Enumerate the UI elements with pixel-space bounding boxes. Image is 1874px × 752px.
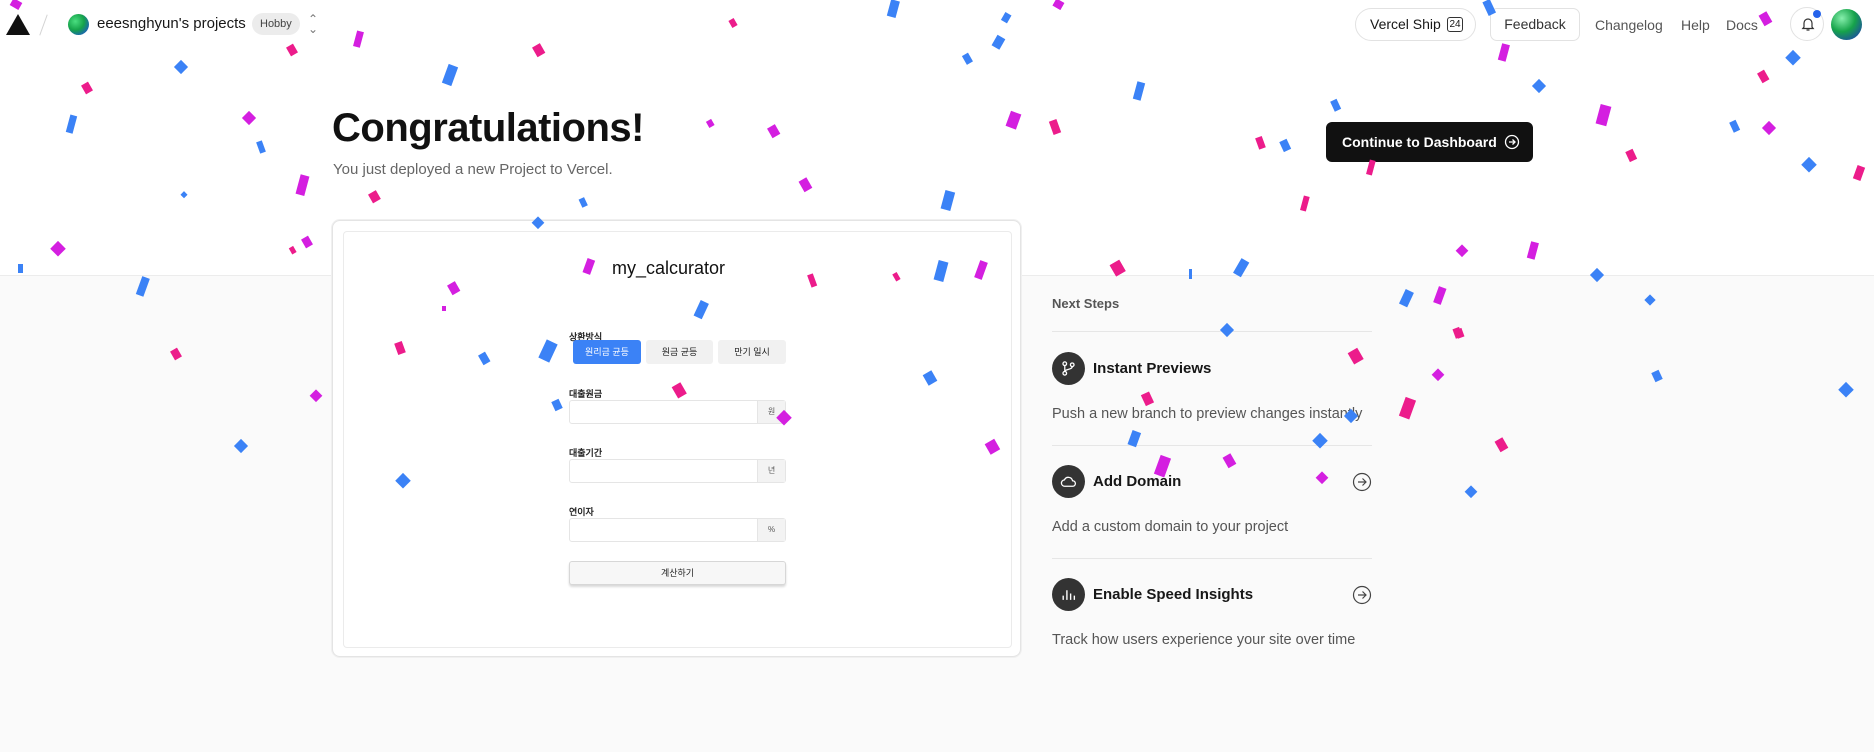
- principal-unit: 원: [757, 401, 785, 423]
- deployment-preview-card[interactable]: my_calcurator 상환방식 원리금 균등 원금 균등 만기 일시 대출…: [332, 220, 1021, 657]
- git-branch-icon: [1052, 352, 1085, 385]
- chevron-up-down-icon[interactable]: ⌃ ⌄: [308, 13, 318, 35]
- cloud-icon: [1052, 465, 1085, 498]
- repayment-option-3: 만기 일시: [718, 340, 786, 364]
- notifications-button[interactable]: [1790, 7, 1824, 41]
- add-domain-description: Add a custom domain to your project: [1052, 519, 1289, 535]
- breadcrumb-separator: [39, 14, 48, 36]
- vercel-logo-icon[interactable]: [6, 14, 30, 35]
- speed-insights-description: Track how users experience your site ove…: [1052, 632, 1356, 648]
- user-avatar[interactable]: [1831, 9, 1862, 40]
- arrow-circle-right-icon[interactable]: [1352, 472, 1372, 492]
- arrow-circle-right-icon[interactable]: [1352, 585, 1372, 605]
- add-domain-title[interactable]: Add Domain: [1093, 473, 1181, 490]
- notification-dot: [1813, 10, 1821, 18]
- instant-previews-title[interactable]: Instant Previews: [1093, 360, 1211, 377]
- speed-insights-title[interactable]: Enable Speed Insights: [1093, 586, 1253, 603]
- page-title: Congratulations!: [332, 106, 644, 150]
- vercel-ship-label: Vercel Ship: [1370, 16, 1441, 32]
- divider: [1052, 445, 1372, 446]
- calculate-button: 계산하기: [569, 561, 786, 585]
- feedback-button[interactable]: Feedback: [1490, 8, 1580, 41]
- changelog-link[interactable]: Changelog: [1595, 17, 1663, 33]
- vercel-ship-button[interactable]: Vercel Ship 24: [1355, 8, 1476, 41]
- divider: [1052, 558, 1372, 559]
- instant-previews-description: Push a new branch to preview changes ins…: [1052, 406, 1363, 422]
- divider: [1052, 331, 1372, 332]
- deployment-screenshot: my_calcurator 상환방식 원리금 균등 원금 균등 만기 일시 대출…: [343, 231, 1012, 648]
- repayment-option-1: 원리금 균등: [573, 340, 641, 364]
- principal-label: 대출원금: [569, 389, 603, 399]
- period-input: 년: [569, 459, 786, 483]
- rate-unit: %: [757, 519, 785, 541]
- continue-to-dashboard-button[interactable]: Continue to Dashboard: [1326, 122, 1533, 162]
- team-name[interactable]: eeesnghyun's projects: [97, 15, 246, 32]
- help-link[interactable]: Help: [1681, 17, 1710, 33]
- continue-to-dashboard-label: Continue to Dashboard: [1342, 134, 1497, 150]
- rate-label: 연이자: [569, 507, 594, 517]
- period-label: 대출기간: [569, 448, 603, 458]
- plan-badge: Hobby: [252, 13, 300, 35]
- next-steps-heading: Next Steps: [1052, 296, 1120, 311]
- docs-link[interactable]: Docs: [1726, 17, 1758, 33]
- ship-badge: 24: [1447, 17, 1463, 32]
- bar-chart-icon: [1052, 578, 1085, 611]
- calculator-title: my_calcurator: [612, 258, 726, 278]
- bell-icon: [1801, 18, 1815, 31]
- repayment-option-2: 원금 균등: [646, 340, 713, 364]
- principal-input: 원: [569, 400, 786, 424]
- period-unit: 년: [757, 460, 785, 482]
- rate-input: %: [569, 518, 786, 542]
- page-subtitle: You just deployed a new Project to Verce…: [333, 161, 613, 178]
- top-navigation: eeesnghyun's projects Hobby ⌃ ⌄ Vercel Sh…: [0, 0, 1874, 50]
- arrow-circle-right-icon: [1504, 134, 1520, 150]
- team-avatar[interactable]: [68, 14, 89, 35]
